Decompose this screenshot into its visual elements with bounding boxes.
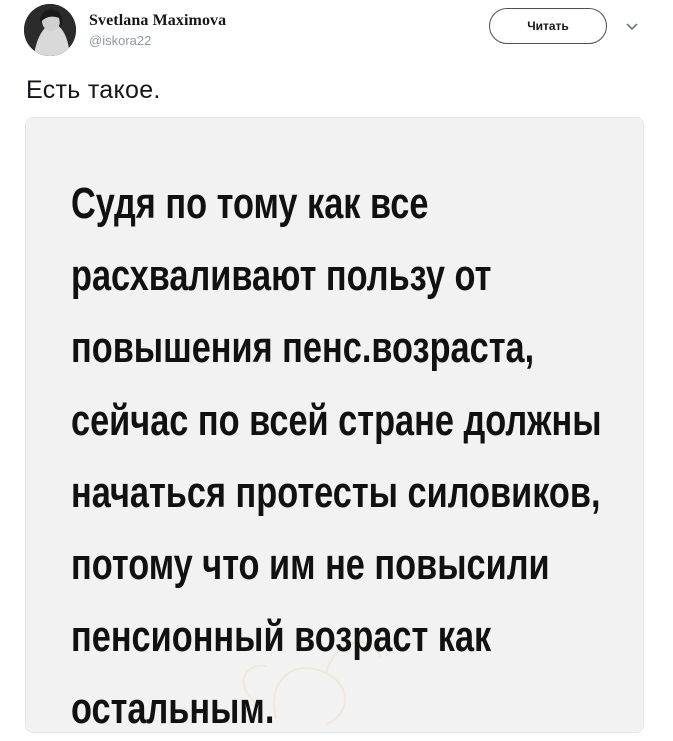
image-caption-text: Судя по тому как все расхваливают пользу… <box>71 168 602 733</box>
author-avatar[interactable] <box>24 4 76 56</box>
author-display-name[interactable]: Svetlana Maximova <box>89 12 226 30</box>
tweet-image[interactable]: Судя по тому как все расхваливают пользу… <box>25 117 644 733</box>
user-avatar-icon <box>24 4 76 56</box>
chevron-down-icon[interactable] <box>625 22 639 32</box>
image-text-line: пенсионный возраст как <box>71 612 492 662</box>
image-text-line: потому что им не повысили <box>71 540 550 590</box>
follow-button[interactable]: Читать <box>489 8 607 44</box>
image-text-line: расхваливают пользу от <box>71 251 492 301</box>
image-text-line: сейчас по всей стране должны <box>71 395 602 445</box>
image-text-line: остальным. <box>71 684 275 733</box>
author-handle[interactable]: @iskora22 <box>89 33 151 48</box>
image-text-line: Судя по тому как все <box>71 179 429 228</box>
image-text-line: повышения пенс.возраста, <box>71 323 535 373</box>
tweet-text: Есть такое. <box>26 76 161 104</box>
image-text-line: начаться протесты силовиков, <box>71 467 601 517</box>
tweet-card: Svetlana Maximova @iskora22 Читать Есть … <box>0 0 673 741</box>
